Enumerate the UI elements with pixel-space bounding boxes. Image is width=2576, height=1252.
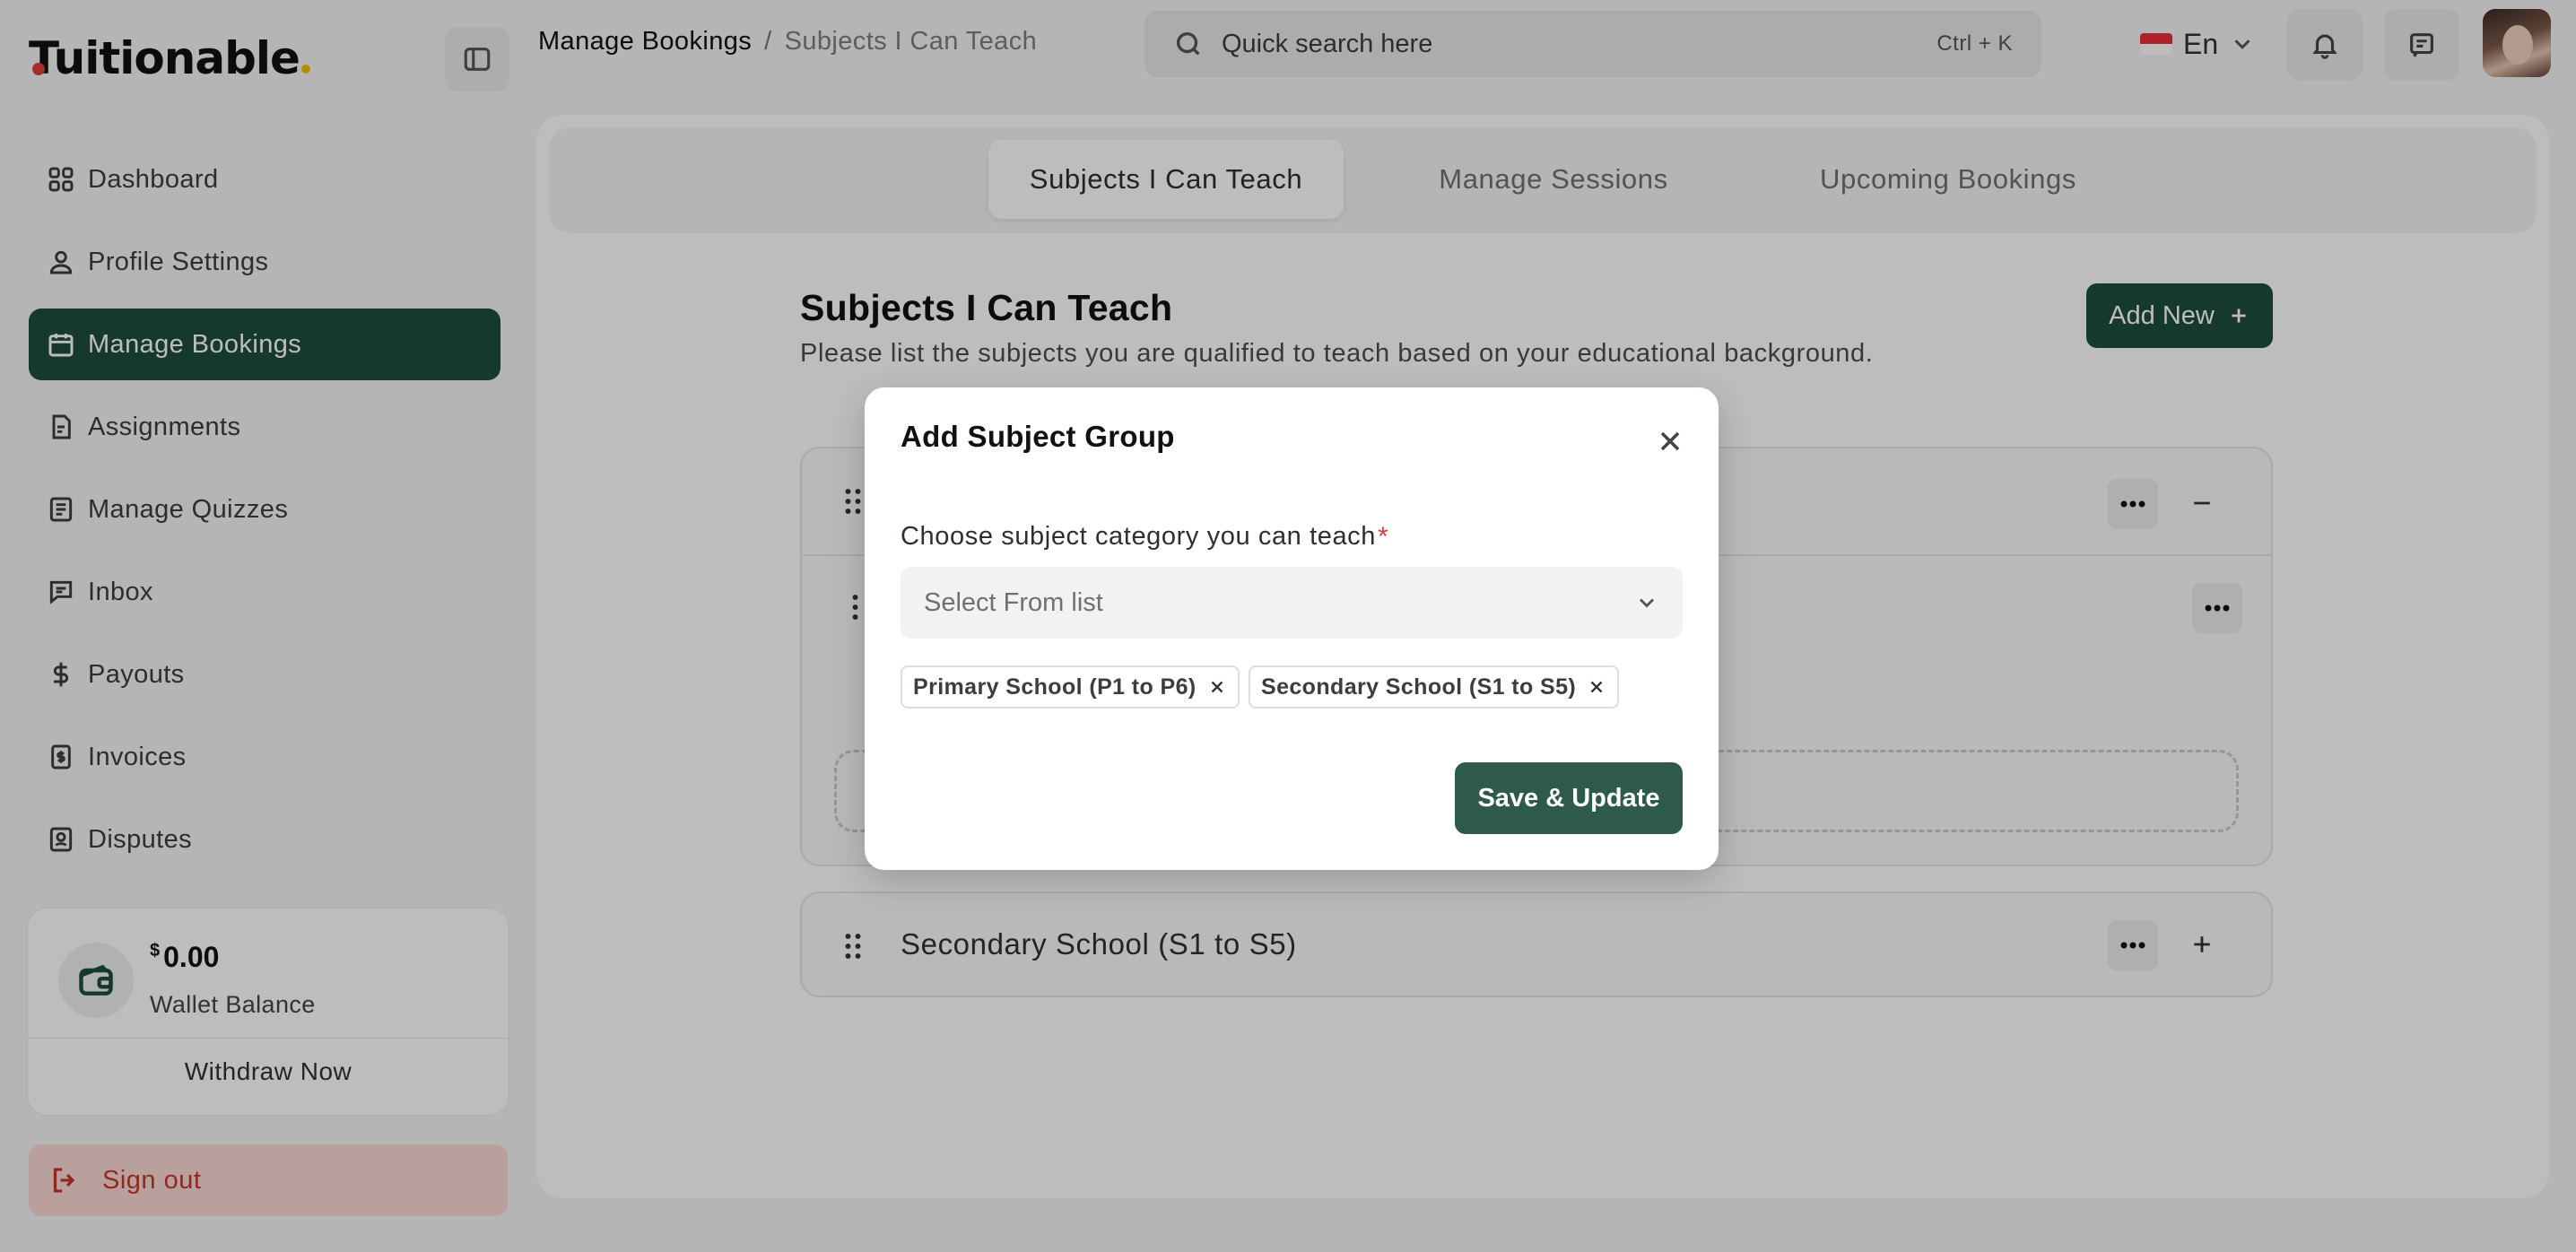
selected-category-chip: Secondary School (S1 to S5) bbox=[1249, 665, 1620, 709]
selected-category-chip: Primary School (P1 to P6) bbox=[901, 665, 1240, 709]
subject-category-select[interactable]: Select From list bbox=[901, 567, 1683, 639]
remove-chip-icon[interactable] bbox=[1207, 677, 1227, 697]
chevron-down-icon bbox=[1640, 598, 1654, 608]
select-placeholder: Select From list bbox=[924, 587, 1103, 617]
save-update-button[interactable]: Save & Update bbox=[1455, 762, 1683, 834]
close-icon bbox=[1660, 431, 1680, 451]
add-subject-group-modal: Add Subject Group Choose subject categor… bbox=[865, 387, 1719, 870]
required-mark: * bbox=[1378, 522, 1389, 552]
modal-title: Add Subject Group bbox=[901, 420, 1175, 453]
remove-chip-icon[interactable] bbox=[1587, 677, 1606, 697]
close-button[interactable] bbox=[1654, 425, 1686, 457]
subject-category-label: Choose subject category you can teach* bbox=[901, 522, 1389, 552]
